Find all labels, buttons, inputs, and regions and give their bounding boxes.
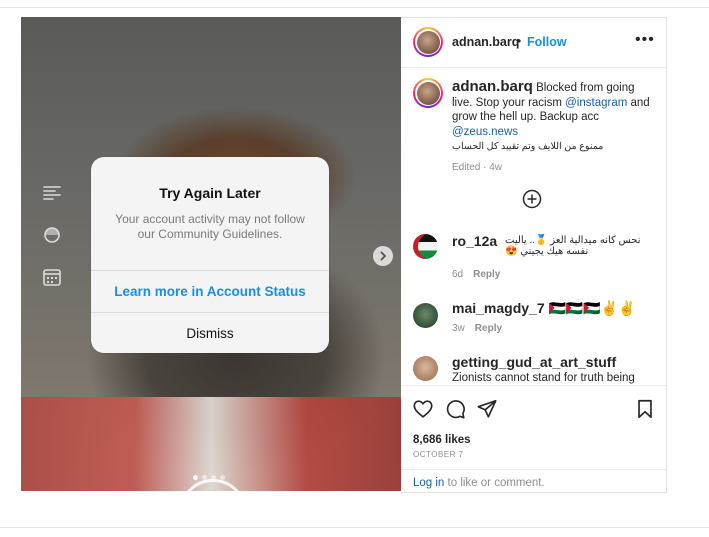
- bottom-divider: [0, 527, 709, 528]
- comment-time: 6d: [452, 269, 464, 280]
- separator-dot: •: [517, 34, 522, 48]
- post-caption: adnan.barq Blocked from going live. Stop…: [452, 78, 652, 175]
- comment-avatar[interactable]: [413, 234, 438, 259]
- comment-time: 3w: [452, 323, 465, 334]
- more-options-icon[interactable]: •••: [635, 31, 655, 49]
- mention-link[interactable]: @zeus.news: [452, 126, 518, 138]
- login-link[interactable]: Log in: [413, 477, 444, 489]
- comment-text: نحس كانه ميدالية العز 🥇.. ياليت نفسه هيك…: [505, 235, 641, 257]
- caption-avatar[interactable]: [413, 78, 443, 108]
- post-username[interactable]: adnan.barq: [452, 35, 519, 49]
- comment-bubble-icon[interactable]: [444, 398, 466, 420]
- lens-icon: [41, 224, 63, 246]
- comment-meta: 6d Reply: [452, 269, 500, 280]
- post-side-panel: adnan.barq • Follow ••• adnan.barq Block…: [401, 17, 667, 493]
- caption-username[interactable]: adnan.barq: [452, 78, 533, 95]
- slide-dot: [193, 475, 198, 480]
- dialog-title: Try Again Later: [159, 185, 261, 201]
- post-actions: 8,686 likes OCTOBER 7 Log in to like or …: [401, 385, 666, 493]
- share-send-icon[interactable]: [476, 398, 498, 420]
- like-heart-icon[interactable]: [412, 398, 434, 420]
- comment-username[interactable]: mai_magdy_7 🇵🇸🇵🇸🇵🇸✌️✌️: [452, 300, 636, 317]
- post-header: adnan.barq • Follow •••: [401, 18, 666, 68]
- try-again-dialog: Try Again Later Your account activity ma…: [91, 157, 329, 353]
- chevron-right-icon: [380, 251, 387, 261]
- login-prompt-text: to like or comment.: [444, 477, 545, 489]
- comment-text: Zionists cannot stand for truth being: [452, 372, 635, 384]
- post-date: OCTOBER 7: [413, 450, 464, 459]
- comment: getting_gud_at_art_stuff Zionists cannot…: [413, 354, 658, 384]
- avatar[interactable]: [413, 27, 443, 57]
- comment-meta: 3w Reply: [452, 323, 502, 334]
- account-status-button[interactable]: Learn more in Account Status: [91, 271, 329, 312]
- next-slide-button[interactable]: [373, 246, 393, 266]
- login-prompt: Log in to like or comment.: [401, 469, 666, 494]
- reply-button[interactable]: Reply: [473, 269, 500, 280]
- caption-meta: Edited · 4w: [452, 161, 503, 173]
- comment-username[interactable]: getting_gud_at_art_stuff: [452, 354, 616, 370]
- caption-arabic: ممنوع من اللايف وتم تقييد كل الحساب: [452, 141, 604, 152]
- text-align-icon: [41, 182, 63, 204]
- comment-avatar[interactable]: [413, 303, 438, 328]
- top-divider: [0, 7, 709, 8]
- comment: mai_magdy_7 🇵🇸🇵🇸🇵🇸✌️✌️ 3w Reply: [413, 300, 658, 340]
- follow-button[interactable]: Follow: [527, 35, 567, 49]
- comment: ro_12a نحس كانه ميدالية العز 🥇.. ياليت ن…: [413, 233, 658, 283]
- dismiss-button[interactable]: Dismiss: [91, 313, 329, 353]
- save-bookmark-icon[interactable]: [634, 398, 656, 420]
- calendar-icon: [41, 266, 63, 288]
- comment-avatar[interactable]: [413, 356, 438, 381]
- add-icon[interactable]: [522, 189, 542, 209]
- mention-link[interactable]: @instagram: [565, 97, 627, 109]
- comment-username[interactable]: ro_12a: [452, 233, 497, 249]
- likes-count[interactable]: 8,686 likes: [413, 434, 471, 446]
- dialog-message: Your account activity may not follow our…: [115, 212, 305, 241]
- reply-button[interactable]: Reply: [475, 323, 502, 334]
